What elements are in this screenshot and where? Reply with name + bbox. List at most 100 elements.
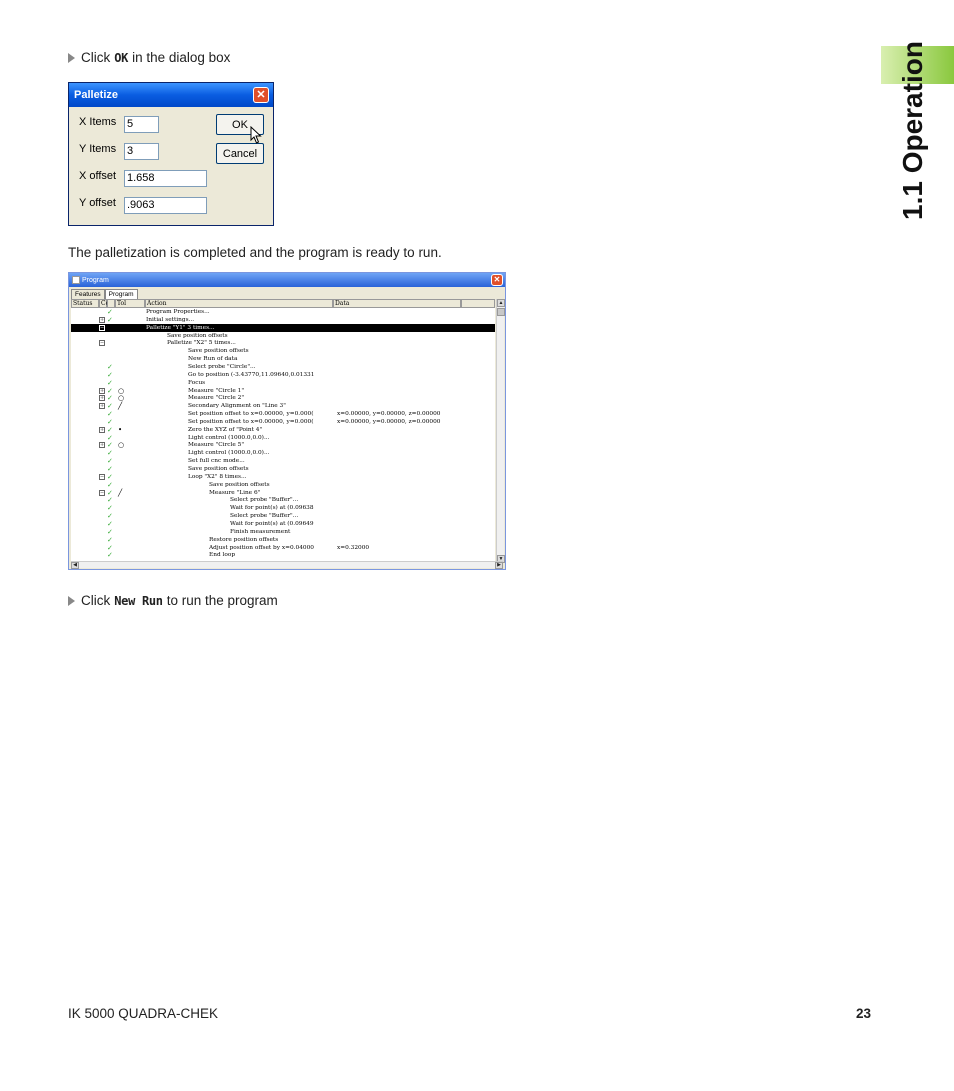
- program-row[interactable]: ✓ Set position offset to x=0.00000, y=0.0…: [71, 410, 495, 418]
- program-row[interactable]: + ✓ Initial settings...: [71, 316, 495, 324]
- program-window: Program ✕ Features Program Status Co Tol…: [68, 272, 506, 570]
- program-row[interactable]: + ✓ ○ Measure "Circle 2": [71, 394, 495, 402]
- tab-features[interactable]: Features: [71, 289, 105, 299]
- y-offset-label: Y offset: [79, 197, 116, 209]
- program-close-button[interactable]: ✕: [491, 274, 503, 286]
- col-action[interactable]: Action: [145, 299, 333, 308]
- col-status[interactable]: Status: [71, 299, 99, 308]
- row-action: Palletize "Y1" 3 times...: [146, 324, 215, 331]
- row-action: Set position offset to x=0.00000, y=0.00…: [188, 418, 314, 425]
- y-offset-input[interactable]: .9063: [124, 197, 207, 214]
- x-offset-label: X offset: [79, 170, 117, 182]
- row-action: Initial settings...: [146, 316, 195, 323]
- row-action: Measure "Line 6": [209, 489, 261, 496]
- program-row[interactable]: + ✓ ○ Measure "Circle 5": [71, 441, 495, 449]
- x-offset-input[interactable]: 1.658: [124, 170, 207, 187]
- row-action: Measure "Circle 2": [188, 395, 245, 402]
- feature-type-icon: ○: [118, 386, 125, 395]
- row-action: Zero the XYZ of "Point 4": [188, 426, 263, 433]
- program-row[interactable]: ✓ Wait for point(s) at (0.09649: [71, 520, 495, 528]
- program-row[interactable]: + ✓ ○ Measure "Circle 1": [71, 387, 495, 395]
- program-row[interactable]: ✓ Wait for point(s) at (0.09638: [71, 504, 495, 512]
- expand-icon[interactable]: +: [99, 395, 105, 402]
- status-check-icon: ✓: [107, 504, 113, 513]
- program-row[interactable]: ✓ Save position offsets: [71, 465, 495, 473]
- scroll-right-icon[interactable]: ▶: [495, 562, 503, 569]
- program-row[interactable]: Save position offsets: [71, 332, 495, 340]
- program-row[interactable]: ✓ Light control (1000.0,0.0)...: [71, 434, 495, 442]
- program-row[interactable]: ✓ Light control (1000.0,0.0)...: [71, 449, 495, 457]
- col-co[interactable]: Co: [99, 299, 109, 308]
- program-row[interactable]: ✓ Focus: [71, 379, 495, 387]
- tab-program[interactable]: Program: [104, 289, 138, 299]
- program-row[interactable]: ✓ Save position offsets: [71, 481, 495, 489]
- program-row[interactable]: − Palletize "X2" 5 times...: [71, 339, 495, 347]
- collapse-icon[interactable]: −: [99, 489, 105, 496]
- program-tree[interactable]: ✓ Program Properties... + ✓ Initial settings…: [71, 308, 495, 563]
- scroll-left-icon[interactable]: ◀: [71, 562, 79, 569]
- dialog-close-button[interactable]: ✕: [253, 87, 269, 103]
- status-check-icon: ✓: [107, 315, 113, 324]
- expand-icon[interactable]: +: [99, 403, 105, 410]
- status-check-icon: ✓: [107, 449, 113, 458]
- row-data: x=0.00000, y=0.00000, z=0.00000: [337, 418, 441, 425]
- program-row[interactable]: ✓ Finish measurement: [71, 528, 495, 536]
- row-action: Save position offsets: [188, 466, 249, 472]
- scroll-thumb[interactable]: [497, 308, 505, 316]
- cancel-button[interactable]: Cancel: [216, 143, 264, 164]
- expand-icon[interactable]: +: [99, 387, 105, 394]
- expand-icon[interactable]: +: [99, 426, 105, 433]
- status-check-icon: ✓: [107, 417, 113, 426]
- status-check-icon: ✓: [107, 386, 113, 395]
- program-row[interactable]: ✓ Select probe "Buffer"...: [71, 496, 495, 504]
- collapse-icon[interactable]: −: [99, 473, 105, 480]
- collapse-icon[interactable]: −: [99, 324, 105, 331]
- program-row[interactable]: ✓ Select probe "Buffer"...: [71, 512, 495, 520]
- status-check-icon: ✓: [107, 543, 113, 552]
- row-data: x=0.32000: [337, 544, 370, 551]
- row-action: Palletize "X2" 5 times...: [167, 340, 236, 347]
- vertical-scrollbar[interactable]: ▲ ▼: [496, 299, 505, 563]
- program-row[interactable]: + ✓ • Zero the XYZ of "Point 4": [71, 426, 495, 434]
- col-data[interactable]: Data: [333, 299, 461, 308]
- row-action: Save position offsets: [167, 332, 228, 339]
- horizontal-scrollbar[interactable]: ◀ ▶: [71, 561, 503, 569]
- status-check-icon: ✓: [107, 465, 113, 473]
- step-keyword: OK: [114, 50, 129, 65]
- scroll-up-icon[interactable]: ▲: [497, 299, 505, 307]
- bullet-arrow-icon: [68, 595, 75, 606]
- program-row[interactable]: − Palletize "Y1" 3 times...: [71, 323, 495, 332]
- mouse-pointer-icon: [250, 126, 262, 144]
- program-row[interactable]: − ✓ Loop "X2" 8 times...: [71, 473, 495, 481]
- x-items-input[interactable]: 5: [124, 116, 159, 133]
- row-action: Loop "X2" 8 times...: [188, 473, 247, 480]
- program-row[interactable]: ✓ Adjust position offset by x=0.04000 x=0.…: [71, 544, 495, 552]
- program-row[interactable]: ✓ Go to position (-3.43770,11.09640,0.013…: [71, 371, 495, 379]
- collapse-icon[interactable]: −: [99, 340, 105, 347]
- program-row[interactable]: ✓ Program Properties...: [71, 308, 495, 316]
- program-row[interactable]: New Run of data: [71, 355, 495, 363]
- program-row[interactable]: ✓ Set full cnc mode...: [71, 457, 495, 465]
- program-row[interactable]: ✓ End loop: [71, 551, 495, 559]
- status-check-icon: ✓: [107, 472, 113, 481]
- status-check-icon: ✓: [107, 535, 113, 544]
- page-number: 23: [856, 1006, 872, 1021]
- y-items-input[interactable]: 3: [124, 143, 159, 160]
- dialog-titlebar: Palletize: [69, 83, 273, 107]
- program-row[interactable]: ✓ Select probe "Circle"...: [71, 363, 495, 371]
- row-action: Light control (1000.0,0.0)...: [188, 450, 270, 457]
- program-row[interactable]: ✓ Restore position offsets: [71, 536, 495, 544]
- program-row[interactable]: Save position offsets: [71, 347, 495, 355]
- row-action: Finish measurement: [230, 528, 291, 535]
- row-action: Save position offsets: [209, 481, 270, 488]
- program-row[interactable]: ✓ Set position offset to x=0.00000, y=0.0…: [71, 418, 495, 426]
- expand-icon[interactable]: +: [99, 316, 105, 323]
- col-tol[interactable]: Tol: [115, 299, 145, 308]
- expand-icon[interactable]: +: [99, 442, 105, 449]
- x-items-label: X Items: [79, 116, 117, 128]
- status-check-icon: ✓: [107, 370, 113, 379]
- feature-type-icon: ○: [118, 441, 125, 450]
- program-row[interactable]: − ✓ ╱ Measure "Line 6": [71, 489, 495, 497]
- program-row[interactable]: + ✓ ╱ Secondary Alignment on "Line 3": [71, 402, 495, 410]
- status-check-icon: ✓: [107, 457, 113, 466]
